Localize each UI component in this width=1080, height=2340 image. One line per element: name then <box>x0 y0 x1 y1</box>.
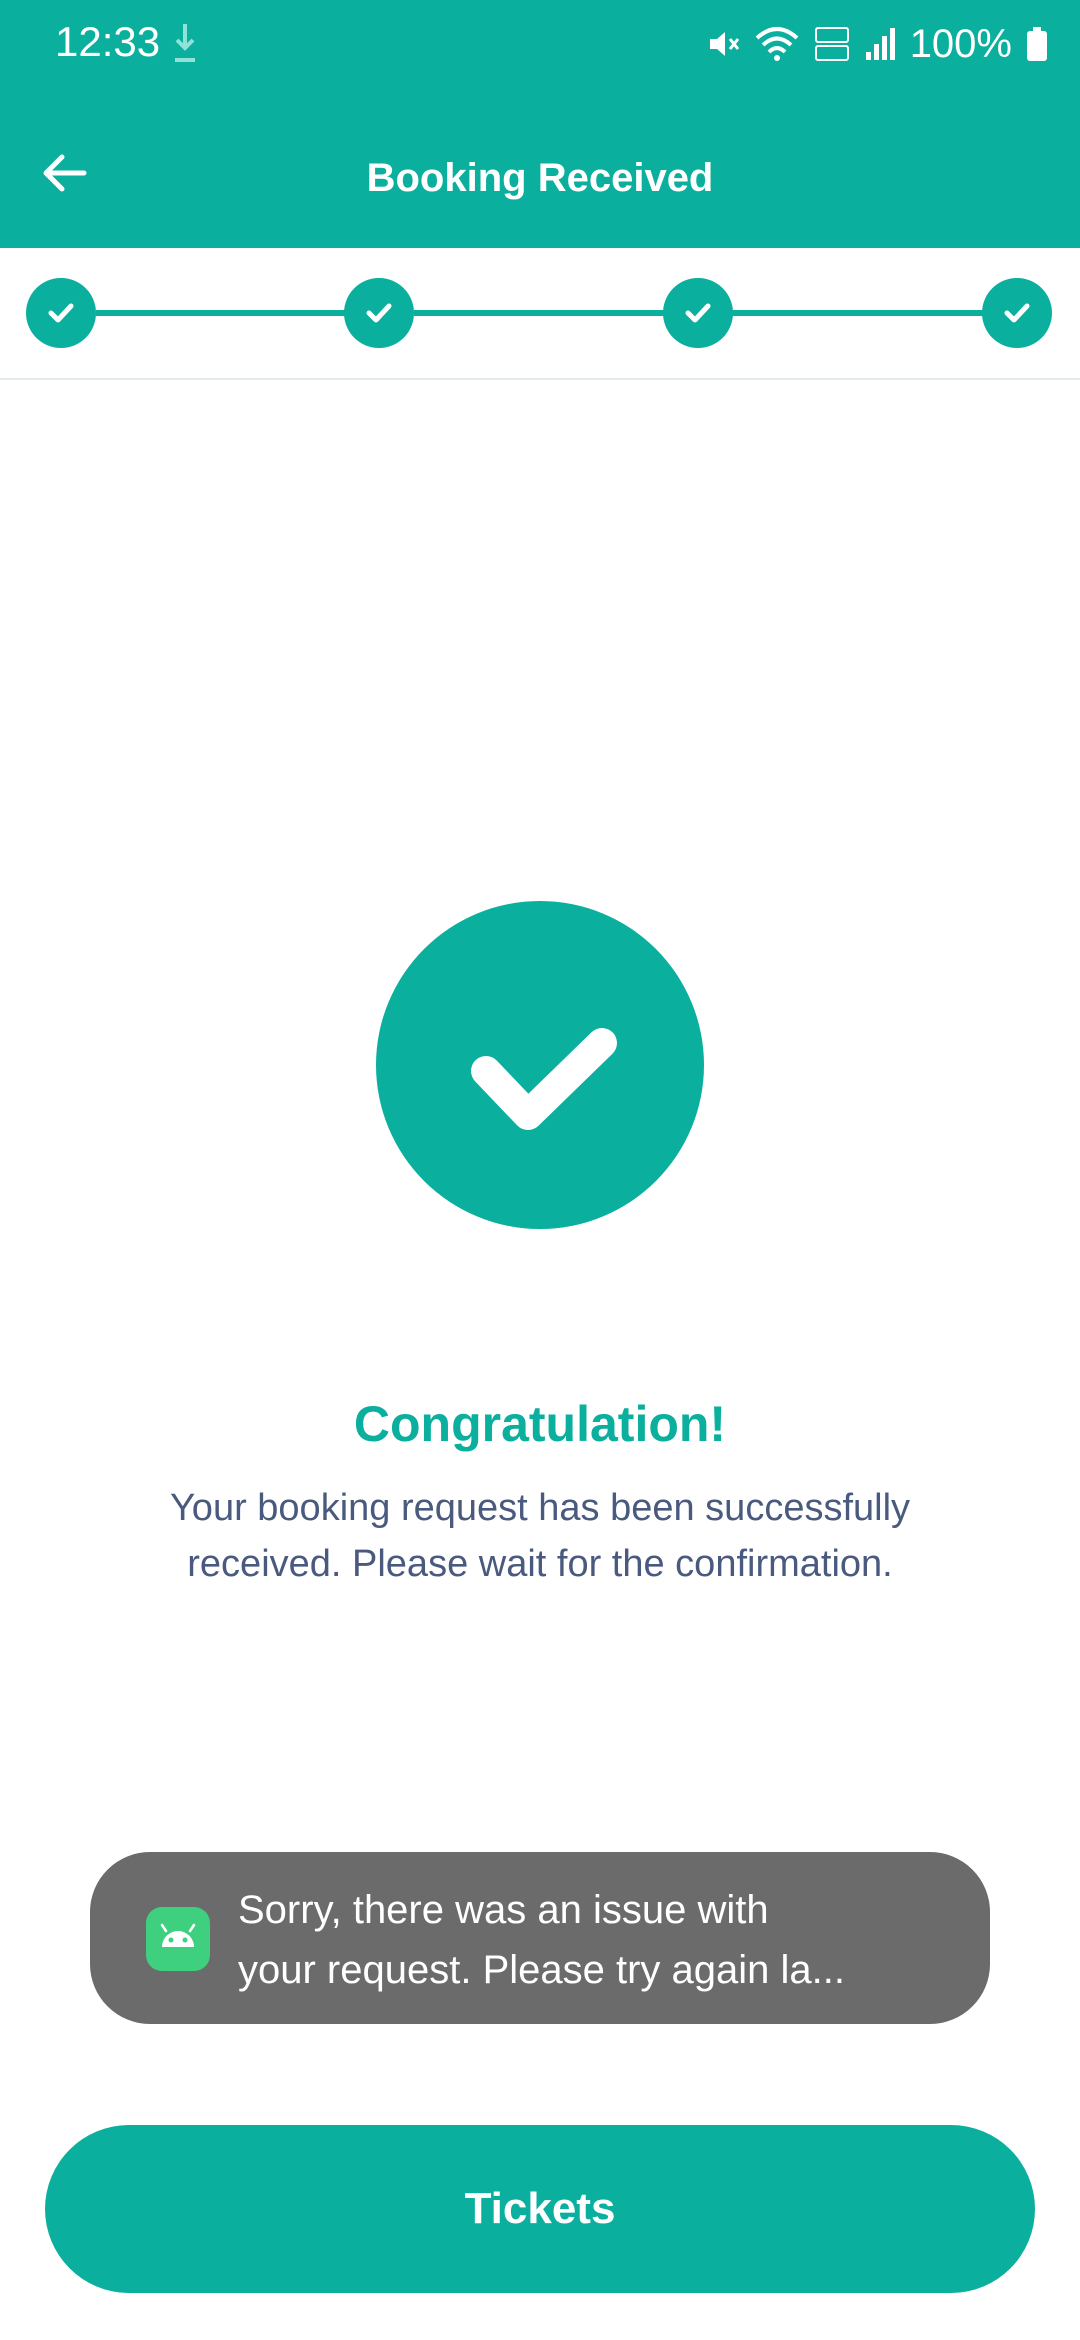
error-toast: Sorry, there was an issue with your requ… <box>90 1852 990 2024</box>
battery-icon <box>1027 27 1047 61</box>
tickets-button[interactable]: Tickets <box>45 2125 1035 2293</box>
android-icon <box>160 1923 196 1947</box>
step-connector <box>414 310 668 316</box>
step-1-complete <box>26 278 96 348</box>
success-heading: Congratulation! <box>353 1396 727 1452</box>
step-connector <box>732 310 986 316</box>
status-time: 12:33 <box>55 18 161 65</box>
download-icon <box>175 24 195 62</box>
toast-message: Sorry, there was an issue with your requ… <box>238 1880 938 2000</box>
android-app-icon <box>146 1907 210 1971</box>
page-title: Booking Received <box>366 156 714 200</box>
success-icon <box>376 901 704 1229</box>
check-icon <box>48 303 74 323</box>
step-connector <box>96 310 350 316</box>
step-3-complete <box>663 278 733 348</box>
battery-percent: 100% <box>909 21 1012 66</box>
success-message-line: Your booking request has been successful… <box>169 1487 911 1529</box>
volte-icon <box>814 27 849 61</box>
step-4-complete <box>982 278 1052 348</box>
toast-message-line: your request. Please try again la... <box>238 1948 845 1992</box>
step-2-complete <box>344 278 414 348</box>
status-bar: 12:33 100% <box>0 0 1080 88</box>
check-icon <box>366 303 392 323</box>
progress-stepper <box>0 248 1080 380</box>
toast-message-line: Sorry, there was an issue with <box>238 1888 769 1932</box>
check-icon <box>1004 303 1030 323</box>
checkmark-icon <box>471 1028 617 1130</box>
success-message: Your booking request has been successful… <box>90 1480 990 1592</box>
app-bar: Booking Received <box>0 88 1080 248</box>
signal-icon <box>865 28 895 60</box>
check-icon <box>685 303 711 323</box>
mute-icon <box>709 32 739 56</box>
success-message-line: received. Please wait for the confirmati… <box>187 1543 893 1585</box>
wifi-icon <box>755 27 799 61</box>
status-icons: 100% <box>706 14 1048 74</box>
